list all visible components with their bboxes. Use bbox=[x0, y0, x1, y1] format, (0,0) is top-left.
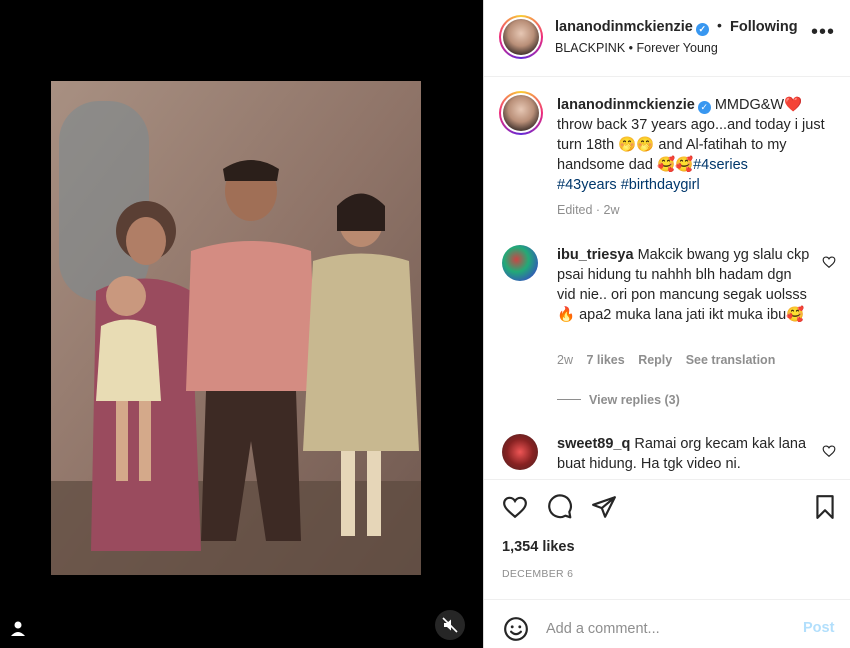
post-photo[interactable] bbox=[51, 81, 421, 575]
comments-section[interactable]: lananodinmckienzie ✓ MMDG&W❤️ throw back … bbox=[484, 77, 850, 479]
comment-time: 2w bbox=[557, 353, 573, 367]
verified-badge-icon: ✓ bbox=[695, 23, 709, 36]
caption-avatar[interactable] bbox=[499, 91, 543, 135]
comment-text: ibu_triesya Makcik bwang yg slalu ckp ps… bbox=[557, 245, 812, 325]
hashtag-link[interactable]: #43years bbox=[557, 177, 617, 193]
view-replies-button[interactable]: View replies (3) bbox=[557, 393, 680, 407]
comment-bubble-icon[interactable] bbox=[547, 494, 573, 520]
post-button[interactable]: Post bbox=[803, 620, 834, 636]
more-options-icon[interactable]: ••• bbox=[811, 22, 834, 46]
reply-button[interactable]: Reply bbox=[638, 353, 672, 367]
emoji-smiley-icon[interactable] bbox=[503, 616, 529, 642]
family-photo-illustration bbox=[51, 81, 421, 575]
comment-likes[interactable]: 7 likes bbox=[586, 353, 624, 367]
comment-text: sweet89_q Ramai org kecam kak lana buat … bbox=[557, 434, 812, 474]
likes-count[interactable]: 1,354 likes bbox=[502, 539, 575, 555]
commenter-avatar[interactable] bbox=[502, 245, 538, 281]
caption-text: lananodinmckienzie ✓ MMDG&W❤️ throw back … bbox=[557, 95, 832, 195]
media-pane bbox=[0, 0, 483, 648]
following-button[interactable]: Following bbox=[730, 19, 798, 35]
author-avatar[interactable] bbox=[499, 15, 543, 59]
mute-button[interactable] bbox=[435, 610, 465, 640]
comment-meta: 2w 7 likes Reply See translation bbox=[557, 353, 785, 367]
like-comment-heart-icon[interactable] bbox=[822, 255, 836, 269]
caption-meta: Edited · 2w bbox=[557, 203, 620, 217]
commenter-username[interactable]: sweet89_q bbox=[557, 436, 630, 452]
view-replies-label[interactable]: View replies (3) bbox=[589, 393, 680, 407]
post-side-panel: lananodinmckienzie ✓ • Following BLACKPIN… bbox=[483, 0, 850, 648]
save-bookmark-icon[interactable] bbox=[812, 494, 838, 520]
author-username[interactable]: lananodinmckienzie ✓ bbox=[555, 19, 709, 36]
hashtag-link[interactable]: #4series bbox=[693, 157, 748, 173]
replies-divider bbox=[557, 399, 581, 400]
commenter-username[interactable]: ibu_triesya bbox=[557, 247, 634, 263]
audio-subtitle[interactable]: BLACKPINK • Forever Young bbox=[555, 41, 718, 55]
see-translation-button[interactable]: See translation bbox=[686, 353, 776, 367]
verified-badge-icon: ✓ bbox=[697, 101, 711, 114]
like-comment-heart-icon[interactable] bbox=[822, 444, 836, 458]
author-username-text[interactable]: lananodinmckienzie bbox=[555, 19, 693, 35]
caption-username[interactable]: lananodinmckienzie bbox=[557, 97, 695, 113]
add-comment-bar: Post bbox=[484, 599, 850, 648]
post-header: lananodinmckienzie ✓ • Following BLACKPIN… bbox=[484, 0, 850, 77]
header-separator: • bbox=[717, 17, 722, 33]
comment-input[interactable] bbox=[546, 618, 786, 640]
speaker-muted-icon bbox=[442, 617, 458, 633]
hashtag-link[interactable]: #birthdaygirl bbox=[621, 177, 700, 193]
commenter-avatar[interactable] bbox=[502, 434, 538, 470]
post-date: DECEMBER 6 bbox=[502, 568, 574, 580]
share-paper-plane-icon[interactable] bbox=[591, 494, 617, 520]
tagged-user-icon[interactable] bbox=[9, 619, 27, 637]
post-actions: 1,354 likes DECEMBER 6 bbox=[484, 479, 850, 599]
like-heart-icon[interactable] bbox=[502, 494, 528, 520]
